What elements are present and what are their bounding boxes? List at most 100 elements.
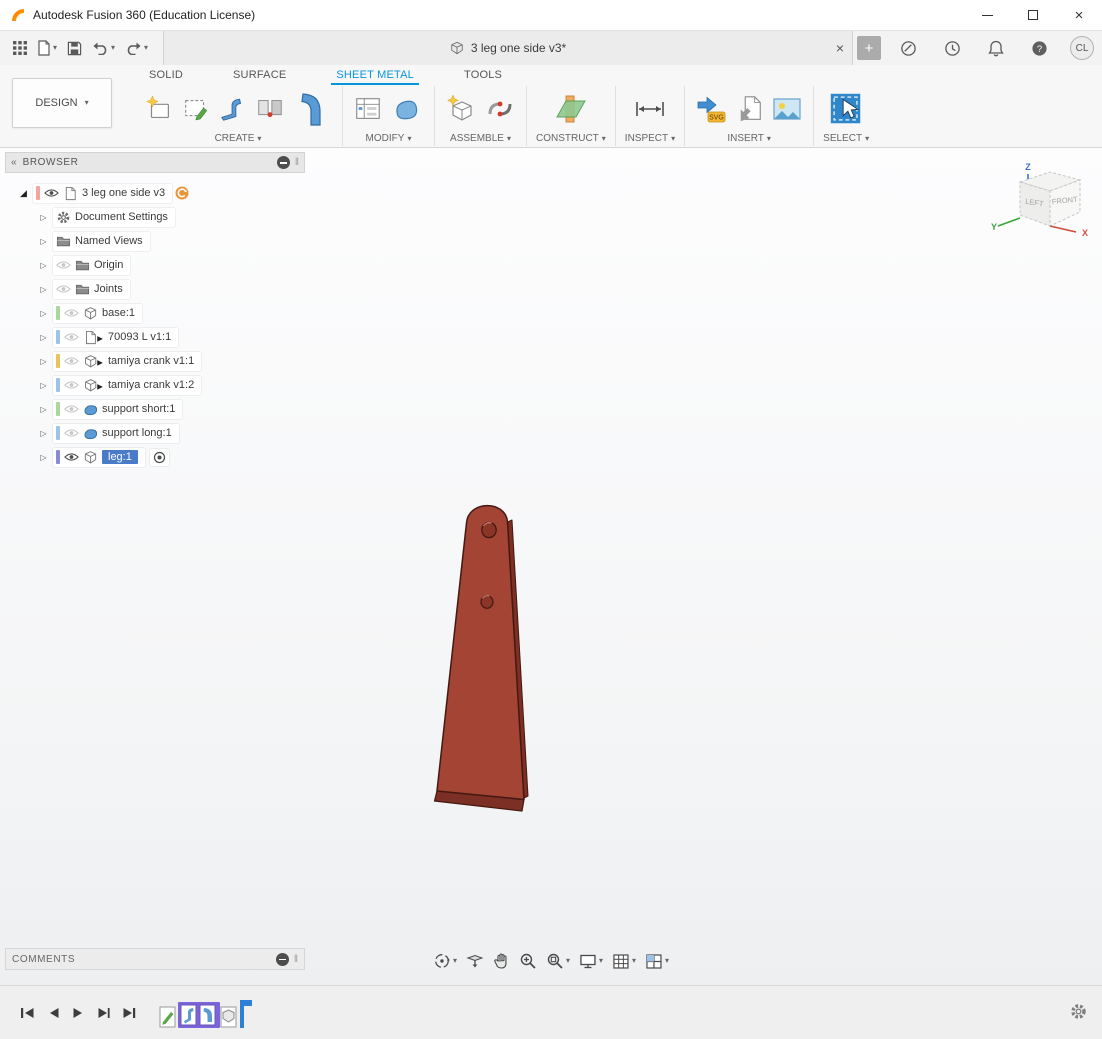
grid-settings-button[interactable]: ▾ — [609, 951, 639, 972]
tab-sheet-metal[interactable]: SHEET METAL — [331, 66, 419, 85]
panel-grip-handle[interactable]: ‖ — [294, 954, 298, 965]
fit-tool-button[interactable]: ▾ — [543, 950, 573, 972]
row-label[interactable]: base:1 — [102, 307, 135, 319]
document-name[interactable]: 3 leg one side v3 — [82, 187, 165, 199]
group-label-inspect[interactable]: INSPECT ▾ — [625, 131, 675, 146]
document-tab[interactable]: 3 leg one side v3* × — [163, 31, 853, 65]
timeline-feature-sketch-icon[interactable] — [159, 1006, 176, 1028]
timeline-feature-base-icon[interactable] — [220, 1006, 237, 1028]
pan-tool-button[interactable] — [490, 950, 513, 972]
group-label-assemble[interactable]: ASSEMBLE ▾ — [450, 131, 511, 146]
row-label[interactable]: Named Views — [75, 235, 143, 247]
visibility-eye-icon[interactable] — [64, 452, 79, 462]
expand-collapsed-icon[interactable]: ▷ — [37, 453, 50, 462]
visibility-eye-icon[interactable] — [64, 404, 79, 414]
timeline-settings-button[interactable] — [1069, 1002, 1088, 1024]
sheet-metal-rules-button[interactable] — [352, 93, 384, 125]
row-label[interactable]: 70093 L v1:1 — [108, 331, 171, 343]
group-label-select[interactable]: SELECT ▾ — [823, 131, 869, 146]
redo-button[interactable]: ▾ — [120, 37, 153, 59]
browser-row-tamiya-crank-2[interactable]: ▷ tamiya crank v1:2 — [5, 373, 305, 397]
insert-derive-button[interactable] — [733, 93, 765, 125]
row-label[interactable]: tamiya crank v1:2 — [108, 379, 194, 391]
minimize-button[interactable] — [964, 0, 1010, 31]
row-label[interactable]: Origin — [94, 259, 123, 271]
job-status-button[interactable] — [939, 36, 966, 61]
notifications-button[interactable] — [983, 36, 1009, 61]
browser-row-document-settings[interactable]: ▷ Document Settings — [5, 205, 305, 229]
expand-collapsed-icon[interactable]: ▷ — [37, 237, 50, 246]
model-canvas[interactable]: LEFT FRONT Z Y X « BROWSER ‖ ◢ 3 leg one… — [0, 148, 1102, 985]
timeline-selected-feature-group[interactable] — [178, 1001, 220, 1028]
undo-button[interactable]: ▾ — [87, 37, 120, 59]
row-label[interactable]: tamiya crank v1:1 — [108, 355, 194, 367]
visibility-eye-icon[interactable] — [64, 308, 79, 318]
maximize-button[interactable] — [1010, 0, 1056, 31]
file-menu-button[interactable]: ▾ — [32, 36, 62, 60]
timeline-skip-start-button[interactable] — [14, 1003, 41, 1023]
browser-row-tamiya-crank-1[interactable]: ▷ tamiya crank v1:1 — [5, 349, 305, 373]
app-grid-menu-button[interactable] — [8, 37, 32, 59]
unfold-button[interactable] — [389, 91, 425, 127]
save-button[interactable] — [62, 37, 87, 60]
browser-row-support-short[interactable]: ▷ support short:1 — [5, 397, 305, 421]
timeline-play-button[interactable] — [66, 1003, 91, 1023]
insert-canvas-button[interactable] — [770, 93, 804, 125]
extensions-button[interactable] — [895, 36, 922, 61]
user-avatar[interactable]: CL — [1070, 36, 1094, 60]
create-sketch-button[interactable] — [180, 93, 212, 125]
joint-button[interactable] — [483, 92, 517, 126]
expand-collapsed-icon[interactable]: ▷ — [37, 357, 50, 366]
activate-component-radio-icon[interactable] — [153, 451, 166, 464]
timeline-step-forward-button[interactable] — [91, 1003, 116, 1023]
select-button[interactable] — [826, 89, 866, 129]
timeline-position-marker[interactable] — [240, 999, 252, 1028]
timeline-skip-end-button[interactable] — [116, 1003, 143, 1023]
visibility-eye-icon[interactable] — [56, 284, 71, 294]
timeline-feature-flange-icon[interactable] — [180, 1004, 197, 1026]
help-button[interactable]: ? — [1026, 36, 1053, 61]
group-label-insert[interactable]: INSERT ▾ — [727, 131, 771, 146]
browser-row-named-views[interactable]: ▷ Named Views — [5, 229, 305, 253]
viewports-button[interactable]: ▾ — [642, 951, 672, 972]
browser-header[interactable]: « BROWSER ‖ — [5, 152, 305, 173]
visibility-eye-icon[interactable] — [64, 380, 79, 390]
row-label[interactable]: support long:1 — [102, 427, 172, 439]
expand-collapsed-icon[interactable]: ▷ — [37, 285, 50, 294]
orbit-tool-button[interactable]: ▾ — [430, 950, 460, 972]
expand-collapsed-icon[interactable]: ▷ — [37, 429, 50, 438]
timeline-step-back-button[interactable] — [41, 1003, 66, 1023]
workspace-switcher[interactable]: DESIGN ▾ — [12, 78, 112, 128]
display-settings-button[interactable]: ▾ — [576, 951, 606, 972]
new-sketch-button[interactable] — [143, 93, 175, 125]
expand-collapsed-icon[interactable]: ▷ — [37, 213, 50, 222]
tab-solid[interactable]: SOLID — [144, 66, 188, 85]
row-label[interactable]: Joints — [94, 283, 123, 295]
hem-button[interactable] — [254, 93, 286, 125]
close-tab-button[interactable]: × — [836, 41, 844, 55]
expand-collapsed-icon[interactable]: ▷ — [37, 261, 50, 270]
expand-collapsed-icon[interactable]: ▷ — [37, 405, 50, 414]
construction-plane-button[interactable] — [552, 90, 590, 128]
row-label-selected[interactable]: leg:1 — [102, 450, 138, 464]
browser-row-base[interactable]: ▷ base:1 — [5, 301, 305, 325]
timeline-feature-flange-icon[interactable] — [199, 1004, 216, 1026]
flange-button[interactable] — [291, 88, 333, 130]
expand-collapsed-icon[interactable]: ▷ — [37, 381, 50, 390]
visibility-eye-icon[interactable] — [64, 356, 79, 366]
group-label-create[interactable]: CREATE ▾ — [215, 131, 262, 146]
browser-row-origin[interactable]: ▷ Origin — [5, 253, 305, 277]
measure-button[interactable] — [632, 93, 668, 125]
group-label-construct[interactable]: CONSTRUCT ▾ — [536, 131, 606, 146]
panel-grip-handle[interactable]: ‖ — [295, 157, 299, 168]
browser-row-joints[interactable]: ▷ Joints — [5, 277, 305, 301]
contour-flange-button[interactable] — [217, 93, 249, 125]
browser-row-support-long[interactable]: ▷ support long:1 — [5, 421, 305, 445]
new-component-button[interactable] — [444, 92, 478, 126]
view-cube[interactable]: LEFT FRONT Z Y X — [990, 160, 1094, 256]
expand-open-icon[interactable]: ◢ — [17, 188, 30, 199]
insert-svg-button[interactable]: SVG — [694, 92, 728, 126]
zoom-tool-button[interactable] — [516, 950, 540, 972]
visibility-eye-icon[interactable] — [64, 428, 79, 438]
collapse-panel-icon[interactable]: « — [11, 157, 17, 168]
